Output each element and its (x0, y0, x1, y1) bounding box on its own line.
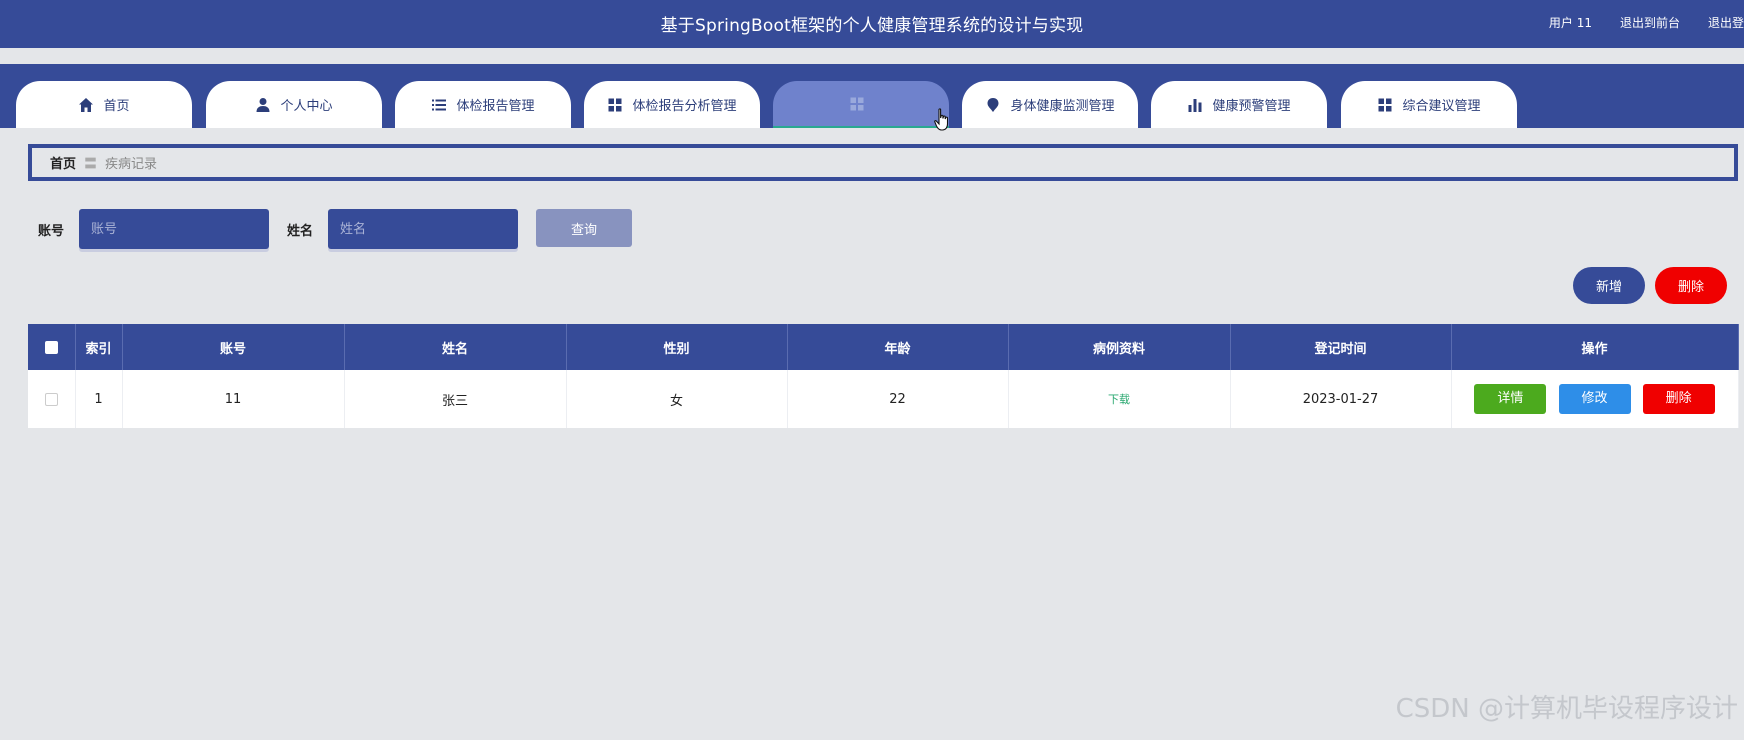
column-header-case-file: 病例资料 (1008, 324, 1231, 370)
detail-button[interactable]: 详情 (1474, 384, 1547, 414)
logout-link[interactable]: 退出登录 (1708, 14, 1744, 34)
column-header-date: 登记时间 (1230, 324, 1452, 370)
tab-label: 体检报告管理 (456, 99, 535, 114)
breadcrumb-separator: 〓 (84, 157, 98, 172)
breadcrumb-home[interactable]: 首页 (50, 153, 76, 172)
tab-report-management[interactable]: 体检报告管理 (395, 81, 571, 128)
tab-label: 综合建议管理 (1402, 99, 1481, 114)
select-all-cell (28, 324, 76, 370)
nav-bar: 首页 个人中心 体检报告管理 体检报告分析管理 身体健康监测管理 健康预警管理 … (0, 64, 1744, 128)
column-header-name: 姓名 (344, 324, 567, 370)
cell-actions: 详情 修改 删除 (1451, 370, 1739, 428)
tab-health-warning[interactable]: 健康预警管理 (1151, 81, 1327, 128)
home-icon (79, 97, 94, 112)
edit-button[interactable]: 修改 (1558, 384, 1631, 414)
row-delete-button[interactable]: 删除 (1642, 384, 1715, 414)
column-header-index: 索引 (75, 324, 123, 370)
tab-health-monitoring[interactable]: 身体健康监测管理 (962, 81, 1138, 128)
tab-label: 首页 (103, 99, 130, 114)
app-title: 基于SpringBoot框架的个人健康管理系统的设计与实现 (660, 16, 1084, 36)
tab-advice-management[interactable]: 综合建议管理 (1341, 81, 1517, 128)
hand-cursor-icon (934, 108, 949, 131)
tab-label: 健康预警管理 (1212, 99, 1291, 114)
batch-delete-button[interactable]: 删除 (1655, 267, 1727, 304)
header-links: 用户 11 退出到前台 退出登录 (1549, 14, 1744, 34)
grid-icon (1378, 98, 1392, 111)
name-label: 姓名 (287, 224, 314, 239)
name-search-input[interactable] (328, 209, 518, 249)
tab-home[interactable]: 首页 (16, 81, 192, 128)
grid-icon (608, 98, 622, 111)
tab-label: 个人中心 (280, 99, 333, 114)
list-icon (432, 99, 447, 110)
user-label[interactable]: 用户 11 (1549, 14, 1592, 34)
pin-icon (987, 97, 999, 112)
select-all-checkbox[interactable] (44, 340, 58, 354)
cell-account: 11 (122, 370, 345, 428)
table-header-row: 索引 账号 姓名 性别 年龄 病例资料 登记时间 操作 (28, 324, 1739, 370)
tab-report-analysis[interactable]: 体检报告分析管理 (584, 81, 760, 128)
column-header-gender: 性别 (566, 324, 788, 370)
account-search-input[interactable] (79, 209, 269, 249)
cell-date: 2023-01-27 (1230, 370, 1452, 428)
download-link[interactable]: 下载 (1108, 393, 1130, 406)
add-button[interactable]: 新增 (1573, 267, 1645, 304)
cell-index: 1 (75, 370, 123, 428)
bar-chart-icon (1188, 98, 1202, 112)
top-header: 基于SpringBoot框架的个人健康管理系统的设计与实现 用户 11 退出到前… (0, 0, 1744, 48)
tab-personal-center[interactable]: 个人中心 (206, 81, 382, 128)
cell-gender: 女 (566, 370, 788, 428)
breadcrumb: 首页 〓 疾病记录 (28, 144, 1738, 181)
front-link[interactable]: 退出到前台 (1620, 14, 1680, 34)
column-header-account: 账号 (122, 324, 345, 370)
user-icon (256, 97, 270, 112)
watermark: CSDN @计算机毕设程序设计 (1395, 694, 1738, 724)
row-checkbox[interactable] (44, 392, 58, 406)
cell-name: 张三 (344, 370, 567, 428)
cell-case-file: 下载 (1008, 370, 1231, 428)
query-button[interactable]: 查询 (536, 209, 632, 247)
tab-disease-records[interactable] (773, 81, 949, 128)
column-header-actions: 操作 (1451, 324, 1739, 370)
table-row: 1 11 张三 女 22 下载 2023-01-27 详情 修改 删除 (28, 370, 1739, 428)
grid-icon (850, 97, 863, 110)
cell-age: 22 (787, 370, 1009, 428)
header-gap (0, 48, 1744, 64)
column-header-age: 年龄 (787, 324, 1009, 370)
tab-label: 体检报告分析管理 (632, 99, 737, 114)
breadcrumb-current: 疾病记录 (105, 157, 158, 172)
row-select-cell (28, 370, 76, 428)
account-label: 账号 (38, 224, 65, 239)
disease-records-table: 索引 账号 姓名 性别 年龄 病例资料 登记时间 操作 1 11 张三 女 22… (28, 324, 1739, 428)
tab-label: 身体健康监测管理 (1010, 99, 1115, 114)
